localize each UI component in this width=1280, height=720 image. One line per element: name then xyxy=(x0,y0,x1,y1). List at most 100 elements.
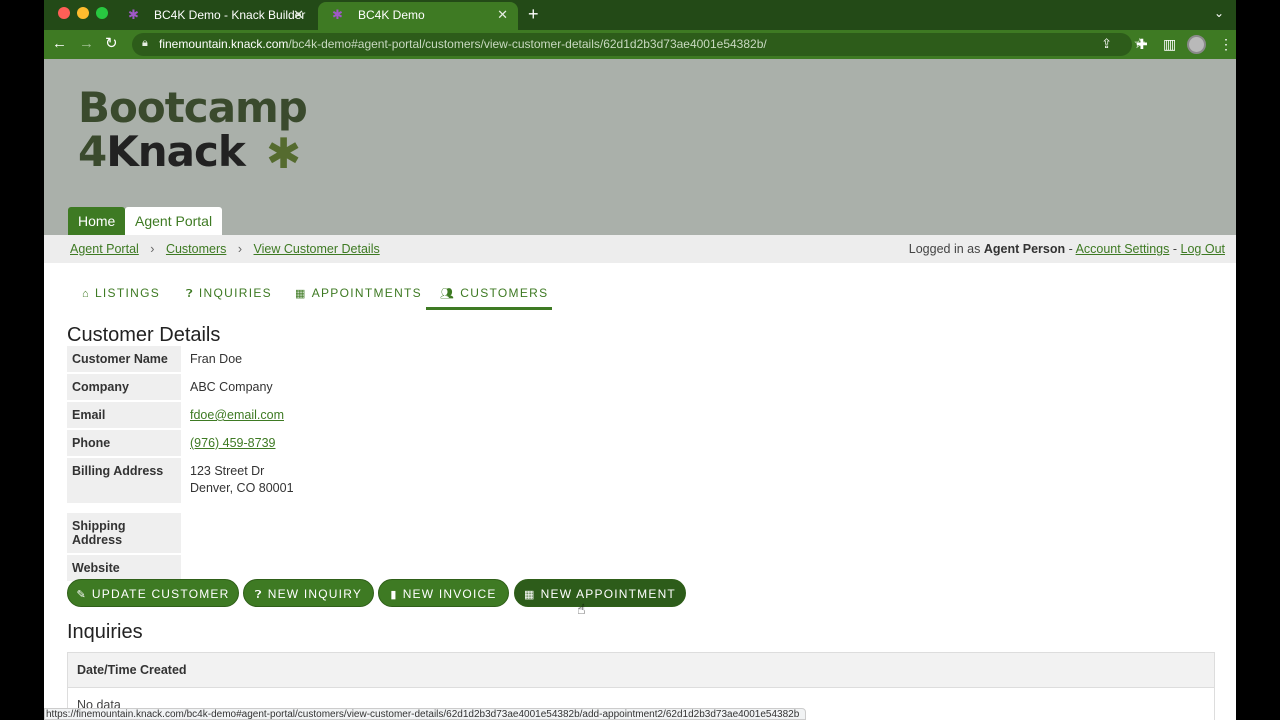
address-bar[interactable]: 🔒︎ finemountain.knack.com/bc4k-demo#agen… xyxy=(132,33,1146,56)
question-circle-icon: ❓︎ xyxy=(186,288,194,300)
forward-arrow-icon[interactable]: → xyxy=(79,35,94,53)
phone-link[interactable]: (976) 459-8739 xyxy=(190,436,275,450)
tab-label: INQUIRIES xyxy=(198,286,272,300)
breadcrumb-bar: Agent Portal › Customers › View Customer… xyxy=(44,235,1236,263)
update-customer-button[interactable]: ✎ UPDATE CUSTOMER xyxy=(67,579,239,607)
breadcrumb-separator: › xyxy=(150,242,155,256)
detail-row-website: Website xyxy=(67,555,467,581)
address-url: finemountain.knack.com/bc4k-demo#agent-p… xyxy=(159,37,767,51)
site-logo[interactable]: Bootcamp 4Knack ✱ xyxy=(66,77,326,177)
link-status-bar: https://finemountain.knack.com/bc4k-demo… xyxy=(44,708,807,720)
hand-pointer-icon: ☝︎ xyxy=(577,601,586,617)
field-label: Shipping Address xyxy=(67,513,181,553)
account-settings-link[interactable]: Account Settings xyxy=(1076,242,1170,256)
breadcrumb-customers[interactable]: Customers xyxy=(166,242,226,256)
breadcrumb-agent-portal[interactable]: Agent Portal xyxy=(70,242,139,256)
minimize-window-button[interactable] xyxy=(77,7,89,19)
tab-listings[interactable]: ⌂ LISTINGS xyxy=(82,278,160,310)
field-value: 123 Street Dr Denver, CO 80001 xyxy=(190,458,294,503)
logged-in-label: Logged in as xyxy=(908,242,981,256)
menu-home[interactable]: Home xyxy=(68,207,126,235)
logo-star-icon: ✱ xyxy=(266,130,302,177)
share-icon[interactable]: ⇪ xyxy=(1101,36,1112,52)
breadcrumb-view-customer-details[interactable]: View Customer Details xyxy=(254,242,380,256)
logo-number: 4 xyxy=(78,127,107,176)
button-label: UPDATE CUSTOMER xyxy=(91,587,230,601)
detail-row-billing: Billing Address 123 Street Dr Denver, CO… xyxy=(67,458,467,503)
kebab-menu-icon[interactable]: ⋮ xyxy=(1219,36,1233,52)
back-arrow-icon[interactable]: ← xyxy=(52,35,67,53)
inquiries-title: Inquiries xyxy=(67,621,143,643)
detail-row-shipping: Shipping Address xyxy=(67,513,467,553)
login-separator: - xyxy=(1068,242,1073,256)
tab-strip: ✱ BC4K Demo - Knack Builder ✕ ✱ BC4K Dem… xyxy=(44,0,1236,30)
login-info: Logged in as Agent Person - Account Sett… xyxy=(909,235,1225,263)
field-label: Customer Name xyxy=(67,346,181,372)
maximize-window-button[interactable] xyxy=(96,7,108,19)
button-label: NEW INQUIRY xyxy=(267,587,363,601)
breadcrumb: Agent Portal › Customers › View Customer… xyxy=(70,235,380,263)
tab-label: APPOINTMENTS xyxy=(311,286,422,300)
menu-agent-portal[interactable]: Agent Portal xyxy=(125,207,223,235)
field-label: Email xyxy=(67,402,181,428)
new-inquiry-button[interactable]: ❓︎ NEW INQUIRY xyxy=(243,579,374,607)
breadcrumb-separator: › xyxy=(237,242,243,256)
tab-title: BC4K Demo xyxy=(358,8,425,22)
knack-favicon-icon: ✱ xyxy=(332,7,343,22)
calendar-icon: ▦ xyxy=(524,589,536,601)
close-window-button[interactable] xyxy=(58,7,70,19)
new-tab-icon[interactable]: + xyxy=(528,4,539,24)
browser-toolbar: ← → ↻ 🔒︎ finemountain.knack.com/bc4k-dem… xyxy=(44,30,1236,59)
tab-appointments[interactable]: ▦ APPOINTMENTS xyxy=(295,278,422,310)
knack-favicon-icon: ✱ xyxy=(128,7,139,22)
edit-icon: ✎ xyxy=(76,589,87,601)
button-label: NEW APPOINTMENT xyxy=(540,587,676,601)
login-separator: - xyxy=(1172,242,1178,256)
logo-word: Knack xyxy=(106,127,246,176)
detail-row-email: Email fdoe@email.com xyxy=(67,402,467,428)
button-label: NEW INVOICE xyxy=(402,587,497,601)
browser-tab-demo[interactable]: ✱ BC4K Demo ✕ xyxy=(318,2,518,30)
profile-avatar[interactable] xyxy=(1187,35,1206,54)
side-panel-icon[interactable]: ▥ xyxy=(1163,36,1176,52)
logged-in-user: Agent Person xyxy=(983,242,1066,256)
field-value: Fran Doe xyxy=(190,352,243,366)
field-label: Website xyxy=(67,555,181,581)
field-value: fdoe@email.com xyxy=(190,402,284,428)
new-appointment-button[interactable]: ▦ NEW APPOINTMENT xyxy=(514,579,686,607)
close-tab-icon[interactable]: ✕ xyxy=(293,2,304,28)
field-label: Billing Address xyxy=(67,458,181,503)
site-header: Bootcamp 4Knack ✱ Home Agent Portal xyxy=(44,59,1236,235)
browser-tab-builder[interactable]: ✱ BC4K Demo - Knack Builder ✕ xyxy=(114,2,314,30)
field-value: (976) 459-8739 xyxy=(190,430,275,456)
tab-title: BC4K Demo - Knack Builder xyxy=(154,8,306,22)
tab-customers[interactable]: 👥︎ CUSTOMERS xyxy=(426,278,552,310)
lock-icon: 🔒︎ xyxy=(142,37,148,49)
close-tab-icon[interactable]: ✕ xyxy=(497,2,508,28)
home-icon: ⌂ xyxy=(82,288,90,300)
tab-inquiries[interactable]: ❓︎ INQUIRIES xyxy=(186,278,272,310)
detail-row-name: Customer Name Fran Doe xyxy=(67,346,467,372)
logout-link[interactable]: Log Out xyxy=(1181,242,1225,256)
customer-details: Customer Name Fran Doe Company ABC Compa… xyxy=(67,346,467,581)
chevron-down-icon[interactable]: ⌄ xyxy=(1214,6,1224,20)
detail-row-company: Company ABC Company xyxy=(67,374,467,400)
field-value: ABC Company xyxy=(190,380,273,394)
extensions-puzzle-icon[interactable]: ✚ xyxy=(1136,36,1148,52)
browser-window: ✱ BC4K Demo - Knack Builder ✕ ✱ BC4K Dem… xyxy=(44,0,1236,720)
file-icon: ▮ xyxy=(390,589,398,601)
field-label: Phone xyxy=(67,430,181,456)
url-path: /bc4k-demo#agent-portal/customers/view-c… xyxy=(288,37,767,51)
billing-line-2: Denver, CO 80001 xyxy=(190,481,294,495)
reload-icon[interactable]: ↻ xyxy=(105,35,118,53)
customer-details-title: Customer Details xyxy=(67,324,221,346)
users-icon: 👥︎ xyxy=(440,288,456,300)
url-host: finemountain.knack.com xyxy=(159,37,289,51)
table-header-date-created[interactable]: Date/Time Created xyxy=(68,653,1214,688)
email-link[interactable]: fdoe@email.com xyxy=(190,408,284,422)
detail-row-phone: Phone (976) 459-8739 xyxy=(67,430,467,456)
tab-label: LISTINGS xyxy=(94,286,161,300)
new-invoice-button[interactable]: ▮ NEW INVOICE xyxy=(378,579,509,607)
question-circle-icon: ❓︎ xyxy=(254,589,263,601)
logo-text-line2: 4Knack xyxy=(78,127,246,176)
